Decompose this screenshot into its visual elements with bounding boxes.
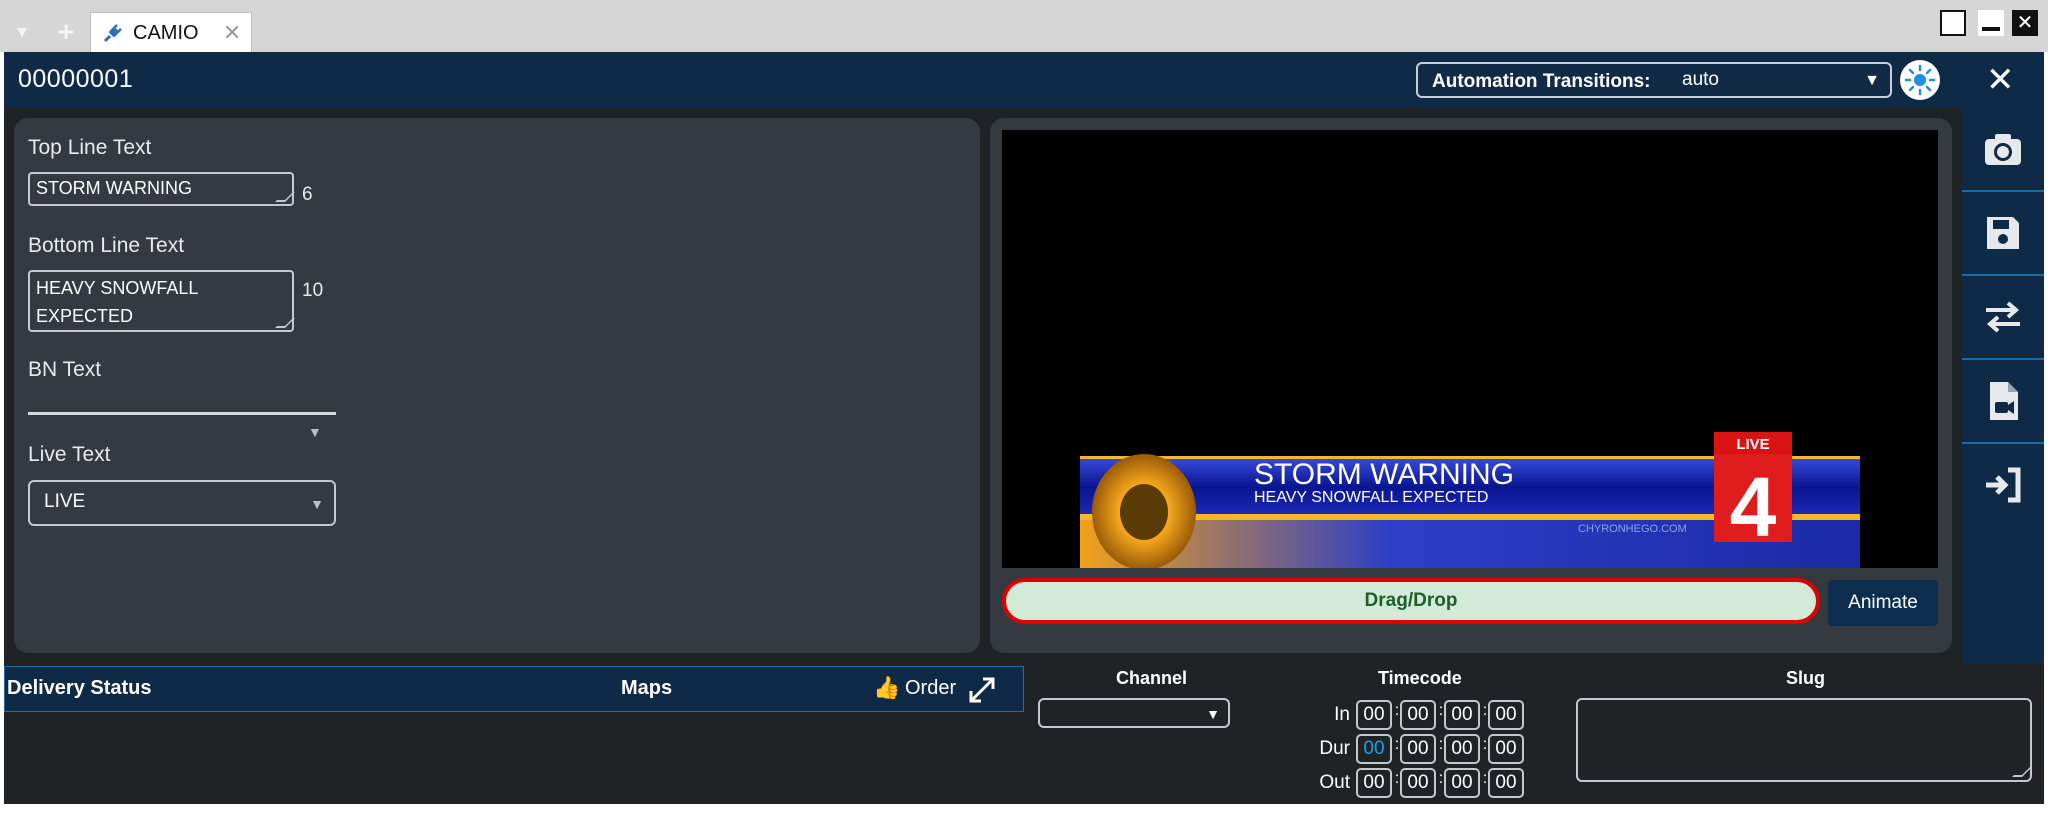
- drag-drop-zone[interactable]: Drag/Drop: [1002, 578, 1820, 624]
- bn-text-label: BN Text: [28, 358, 102, 381]
- preview-panel: STORM WARNING HEAVY SNOWFALL EXPECTED CH…: [990, 118, 1952, 653]
- channel-number: 4: [1730, 460, 1777, 554]
- tc-out-label: Out: [1319, 772, 1350, 793]
- window-close-button[interactable]: ✕: [2012, 10, 2038, 36]
- right-toolbar: [1962, 108, 2044, 664]
- chevron-down-icon: ▼: [310, 496, 324, 512]
- live-text-value: LIVE: [44, 491, 86, 512]
- tc-in-hours[interactable]: 00: [1356, 700, 1392, 730]
- automation-transitions-label: Automation Transitions:: [1432, 71, 1651, 92]
- resize-grip-icon[interactable]: [2012, 767, 2032, 777]
- animate-button[interactable]: Animate: [1828, 580, 1938, 626]
- tc-dur-minutes[interactable]: 00: [1400, 734, 1436, 764]
- camera-icon: [1985, 134, 2021, 165]
- brightness-button[interactable]: [1900, 60, 1940, 100]
- video-file-icon: [1990, 382, 2018, 420]
- tab-menu-button[interactable]: ▾: [10, 20, 34, 44]
- snapshot-button[interactable]: [1962, 108, 2044, 192]
- bottom-line-input[interactable]: HEAVY SNOWFALL EXPECTED: [28, 270, 295, 332]
- video-file-button[interactable]: [1962, 360, 2044, 444]
- top-line-value: STORM WARNING: [36, 178, 192, 198]
- thumbs-up-icon[interactable]: 👍: [873, 675, 900, 701]
- tc-dur-hours[interactable]: 00: [1356, 734, 1392, 764]
- tc-dur-seconds[interactable]: 00: [1444, 734, 1480, 764]
- channel-header: Channel: [1116, 668, 1188, 688]
- chevron-down-icon: ▼: [1864, 72, 1880, 89]
- new-tab-button[interactable]: +: [54, 18, 78, 46]
- tab-title: CAMIO: [133, 22, 199, 44]
- top-line-count: 6: [302, 184, 313, 205]
- slug-header: Slug: [1786, 668, 1825, 688]
- delivery-header: Delivery Status Maps 👍 Order: [4, 666, 1024, 712]
- app-header: 00000001 Automation Transitions: auto ▼ …: [4, 52, 2044, 108]
- preview-headline: STORM WARNING: [1254, 458, 1514, 491]
- live-text-label: Live Text: [28, 443, 111, 466]
- bottom-line-value: HEAVY SNOWFALL EXPECTED: [36, 278, 198, 326]
- form-panel: Top Line Text STORM WARNING 6 Bottom Lin…: [14, 118, 980, 653]
- live-text-select[interactable]: LIVE ▼: [28, 480, 336, 526]
- save-button[interactable]: [1962, 192, 2044, 276]
- automation-transitions-value: auto: [1682, 69, 1719, 90]
- tc-in-minutes[interactable]: 00: [1400, 700, 1436, 730]
- sun-icon: [1904, 64, 1936, 96]
- preview-subline: HEAVY SNOWFALL EXPECTED: [1254, 489, 1488, 506]
- channel-select[interactable]: ▼: [1038, 698, 1230, 728]
- tc-dur-label: Dur: [1319, 738, 1350, 759]
- bottom-line-label: Bottom Line Text: [28, 234, 185, 257]
- preview-watermark: CHYRONHEGO.COM: [1578, 523, 1687, 535]
- chevron-down-icon[interactable]: ▼: [308, 424, 322, 440]
- chevron-down-icon: ▼: [1206, 706, 1220, 722]
- tab-close-icon[interactable]: ✕: [223, 20, 241, 46]
- sign-in-icon: [1986, 467, 2021, 503]
- preview-screen: STORM WARNING HEAVY SNOWFALL EXPECTED CH…: [1002, 130, 1938, 570]
- app-close-icon[interactable]: ✕: [1986, 60, 2015, 100]
- tc-in-label: In: [1334, 704, 1350, 725]
- tc-out-frames[interactable]: 00: [1488, 768, 1524, 798]
- top-line-input[interactable]: STORM WARNING: [28, 172, 295, 206]
- slug-input[interactable]: [1576, 698, 2032, 782]
- tc-out-seconds[interactable]: 00: [1444, 768, 1480, 798]
- tc-in-frames[interactable]: 00: [1488, 700, 1524, 730]
- expand-icon[interactable]: [967, 675, 997, 705]
- swap-icon: [1986, 301, 2020, 333]
- item-id: 00000001: [18, 65, 134, 93]
- maximize-button[interactable]: [1940, 10, 1966, 36]
- maps-header[interactable]: Maps: [621, 677, 672, 700]
- live-badge: LIVE: [1736, 436, 1769, 453]
- swap-button[interactable]: [1962, 276, 2044, 360]
- tc-dur-frames[interactable]: 00: [1488, 734, 1524, 764]
- save-icon: [1987, 217, 2019, 249]
- tc-in-seconds[interactable]: 00: [1444, 700, 1480, 730]
- bottom-line-count: 10: [302, 280, 324, 301]
- top-line-label: Top Line Text: [28, 136, 152, 159]
- lower-third-graphic: STORM WARNING HEAVY SNOWFALL EXPECTED CH…: [1080, 432, 1860, 570]
- tab-camio[interactable]: CAMIO ✕: [90, 12, 252, 52]
- timecode-header: Timecode: [1378, 668, 1462, 688]
- bn-text-input[interactable]: [28, 412, 336, 415]
- resize-grip-icon[interactable]: [275, 192, 295, 202]
- order-header[interactable]: Order: [905, 677, 956, 700]
- tc-out-hours[interactable]: 00: [1356, 768, 1392, 798]
- animate-label: Animate: [1848, 592, 1918, 613]
- delivery-status-header[interactable]: Delivery Status: [7, 677, 152, 700]
- resize-grip-icon[interactable]: [275, 318, 295, 328]
- tc-out-minutes[interactable]: 00: [1400, 768, 1436, 798]
- automation-transitions-select[interactable]: Automation Transitions: auto ▼: [1416, 62, 1892, 98]
- minimize-button[interactable]: [1978, 10, 2004, 36]
- tab-strip: ▾ + CAMIO ✕ ✕: [0, 0, 2048, 52]
- plug-icon: [103, 24, 122, 43]
- drag-drop-label: Drag/Drop: [1364, 590, 1458, 611]
- sign-in-button[interactable]: [1962, 444, 2044, 528]
